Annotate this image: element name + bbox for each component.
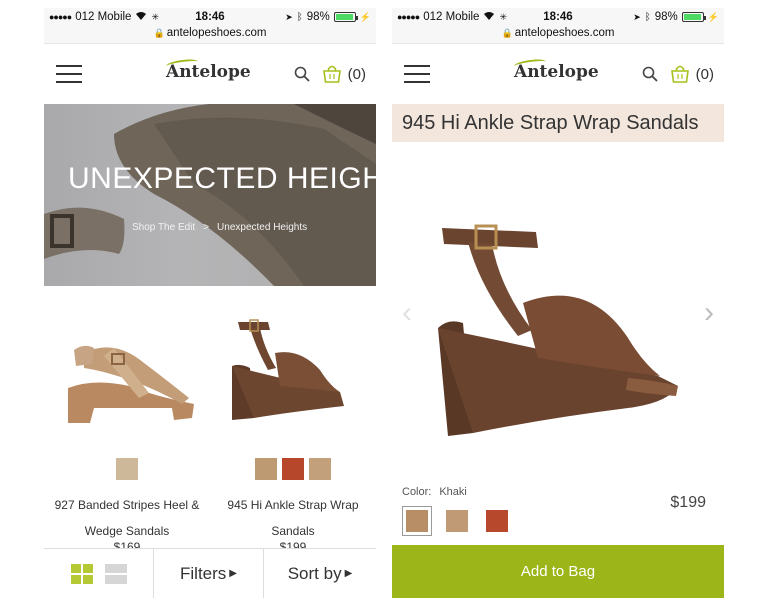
listing-screen: ●●●●● 012 Mobile ✳ 18:46 ➤ ᛒ 98% ⚡ 🔒 ante… [44, 8, 376, 598]
location-icon: ➤ [633, 11, 641, 22]
caret-right-icon: ▶ [344, 568, 353, 579]
product-image[interactable] [54, 308, 200, 426]
prev-image-icon[interactable]: ‹ [402, 298, 412, 328]
url-text: antelopeshoes.com [514, 27, 615, 39]
color-swatch-selected[interactable] [402, 506, 432, 536]
view-toggle [44, 549, 154, 598]
breadcrumb: Shop The Edit > Unexpected Heights [132, 222, 307, 233]
battery-icon [333, 12, 358, 22]
charging-icon: ⚡ [359, 11, 371, 22]
color-swatch[interactable] [442, 506, 472, 536]
hero-title: UNEXPECTED HEIGHTS [68, 162, 376, 195]
bluetooth-icon: ᛒ [644, 11, 651, 23]
sort-button[interactable]: Sort by ▶ [264, 549, 376, 598]
charging-icon: ⚡ [707, 11, 719, 22]
bluetooth-icon: ᛒ [296, 11, 303, 23]
url-text: antelopeshoes.com [166, 27, 267, 39]
battery-percent: 98% [306, 11, 330, 23]
status-bar: ●●●●● 012 Mobile ✳ 18:46 ➤ ᛒ 98% ⚡ 🔒 ante… [44, 8, 376, 44]
caret-right-icon: ▶ [229, 568, 237, 579]
color-swatch[interactable] [282, 458, 304, 480]
url-bar[interactable]: 🔒 antelopeshoes.com [392, 27, 724, 39]
list-view-icon[interactable] [104, 563, 127, 584]
lock-icon: 🔒 [501, 28, 513, 38]
lock-icon: 🔒 [153, 28, 165, 38]
battery-percent: 98% [654, 11, 678, 23]
logo[interactable]: Antelope [514, 62, 599, 82]
hero-banner: UNEXPECTED HEIGHTS Shop The Edit > Unexpec… [44, 104, 376, 286]
color-swatch[interactable] [255, 458, 277, 480]
battery-icon [681, 12, 706, 22]
next-image-icon[interactable]: › [704, 298, 714, 328]
sort-label: Sort by [287, 563, 342, 583]
search-icon[interactable] [642, 66, 658, 82]
bag-icon[interactable] [322, 64, 342, 84]
site-header: Antelope (0) [392, 44, 724, 104]
color-swatches [402, 506, 512, 536]
site-header: Antelope (0) [44, 44, 376, 104]
product-title-bar: 945 Hi Ankle Strap Wrap Sandals [392, 104, 724, 142]
status-bar: ●●●●● 012 Mobile ✳ 18:46 ➤ ᛒ 98% ⚡ 🔒 ante… [392, 8, 724, 44]
breadcrumb-separator: > [203, 222, 210, 233]
color-swatches [44, 458, 210, 480]
menu-icon[interactable] [56, 65, 82, 83]
color-label-text: Color: [402, 486, 432, 498]
breadcrumb-link[interactable]: Shop The Edit [132, 222, 195, 233]
product-price: $199 [670, 494, 706, 511]
product-card[interactable]: 945 Hi Ankle Strap Wrap Sandals $199 [210, 308, 376, 554]
color-swatches [210, 458, 376, 480]
location-icon: ➤ [285, 11, 293, 22]
product-name[interactable]: 927 Banded Stripes Heel & Wedge Sandals [48, 492, 206, 544]
color-label: Color: Khaki [402, 486, 467, 498]
filters-button[interactable]: Filters ▶ [154, 549, 264, 598]
product-detail-screen: ●●●●● 012 Mobile ✳ 18:46 ➤ ᛒ 98% ⚡ 🔒 ante… [392, 8, 724, 598]
product-name[interactable]: 945 Hi Ankle Strap Wrap Sandals [214, 492, 372, 544]
color-swatch[interactable] [309, 458, 331, 480]
filters-label: Filters [180, 563, 227, 583]
cart-count[interactable]: (0) [696, 66, 714, 83]
url-bar[interactable]: 🔒 antelopeshoes.com [44, 27, 376, 39]
product-main-image[interactable] [428, 208, 692, 438]
product-card[interactable]: 927 Banded Stripes Heel & Wedge Sandals … [44, 308, 210, 554]
color-swatch[interactable] [482, 506, 512, 536]
breadcrumb-current: Unexpected Heights [217, 222, 308, 233]
product-title: 945 Hi Ankle Strap Wrap Sandals [402, 112, 699, 134]
cart-count[interactable]: (0) [348, 66, 366, 83]
menu-icon[interactable] [404, 65, 430, 83]
color-swatch[interactable] [116, 458, 138, 480]
search-icon[interactable] [294, 66, 310, 82]
product-image[interactable] [220, 308, 366, 426]
selected-color: Khaki [439, 486, 467, 498]
bag-icon[interactable] [670, 64, 690, 84]
grid-view-icon[interactable] [70, 563, 93, 584]
add-to-bag-button[interactable]: Add to Bag [392, 545, 724, 598]
bottom-toolbar: Filters ▶ Sort by ▶ [44, 548, 376, 598]
logo[interactable]: Antelope [166, 62, 251, 82]
